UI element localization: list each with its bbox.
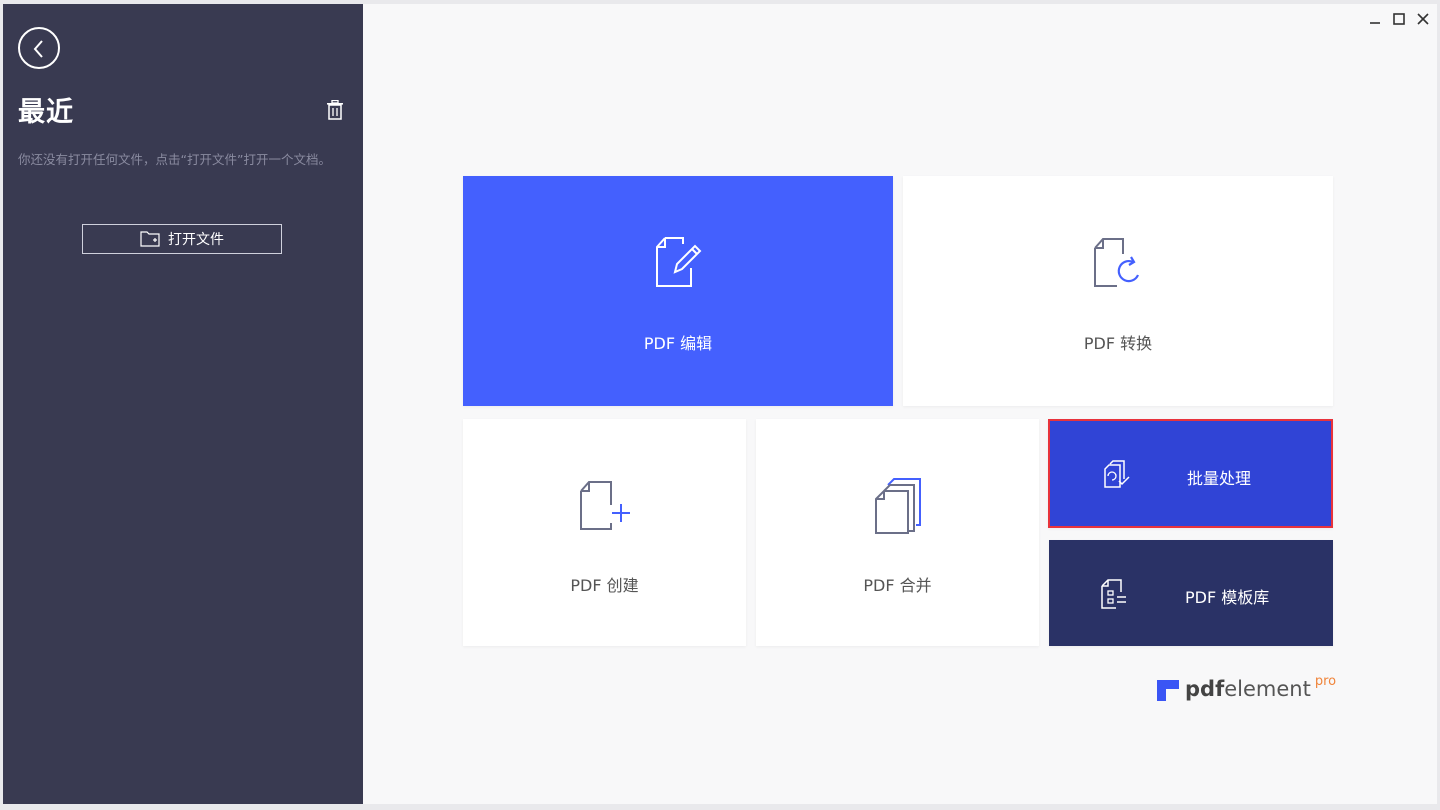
documents-stack-icon <box>875 478 921 534</box>
pdf-convert-label: PDF 转换 <box>1083 334 1153 353</box>
pdf-create-tile[interactable]: PDF 创建 <box>463 419 746 646</box>
trash-icon[interactable] <box>326 99 344 124</box>
batch-process-tile[interactable]: 批量处理 <box>1048 419 1333 528</box>
recent-sidebar: 最近 你还没有打开任何文件，点击“打开文件”打开一个文档。 打开文件 <box>3 4 363 804</box>
folder-open-icon <box>140 231 160 247</box>
pdfelement-logo-icon <box>1157 680 1179 701</box>
sidebar-title: 最近 <box>18 97 74 128</box>
pdf-create-label: PDF 创建 <box>570 576 639 595</box>
document-template-icon <box>1101 579 1126 609</box>
back-button[interactable] <box>18 27 60 69</box>
empty-recent-message: 你还没有打开任何文件，点击“打开文件”打开一个文档。 <box>18 152 331 167</box>
pdf-template-label: PDF 模板库 <box>1185 588 1270 607</box>
pdf-edit-label: PDF 编辑 <box>643 334 713 353</box>
chevron-left-icon <box>33 40 43 58</box>
pdf-edit-tile[interactable]: PDF 编辑 <box>463 176 893 406</box>
documents-check-icon <box>1104 460 1130 488</box>
document-pencil-icon <box>656 237 702 287</box>
pdfelement-logo: pdfelement pro <box>1157 674 1337 702</box>
batch-process-label: 批量处理 <box>1187 469 1252 488</box>
pdf-template-tile[interactable]: PDF 模板库 <box>1049 540 1333 646</box>
pdf-merge-label: PDF 合并 <box>863 576 932 595</box>
brand-bold: pdf <box>1185 677 1225 701</box>
minimize-icon[interactable] <box>1369 10 1381 29</box>
window-controls <box>1369 10 1429 29</box>
document-refresh-icon <box>1094 238 1140 287</box>
open-file-label: 打开文件 <box>168 232 224 248</box>
app-window: 最近 你还没有打开任何文件，点击“打开文件”打开一个文档。 打开文件 PDF 编… <box>3 4 1437 804</box>
open-file-button[interactable]: 打开文件 <box>82 224 282 254</box>
brand-rest: element <box>1224 677 1311 701</box>
document-plus-icon <box>580 481 630 530</box>
brand-pro-badge: pro <box>1314 674 1337 689</box>
close-icon[interactable] <box>1417 10 1429 29</box>
pdf-convert-tile[interactable]: PDF 转换 <box>903 176 1333 406</box>
pdf-merge-tile[interactable]: PDF 合并 <box>756 419 1039 646</box>
brand-name: pdfelement <box>1185 676 1311 702</box>
maximize-icon[interactable] <box>1393 10 1405 29</box>
